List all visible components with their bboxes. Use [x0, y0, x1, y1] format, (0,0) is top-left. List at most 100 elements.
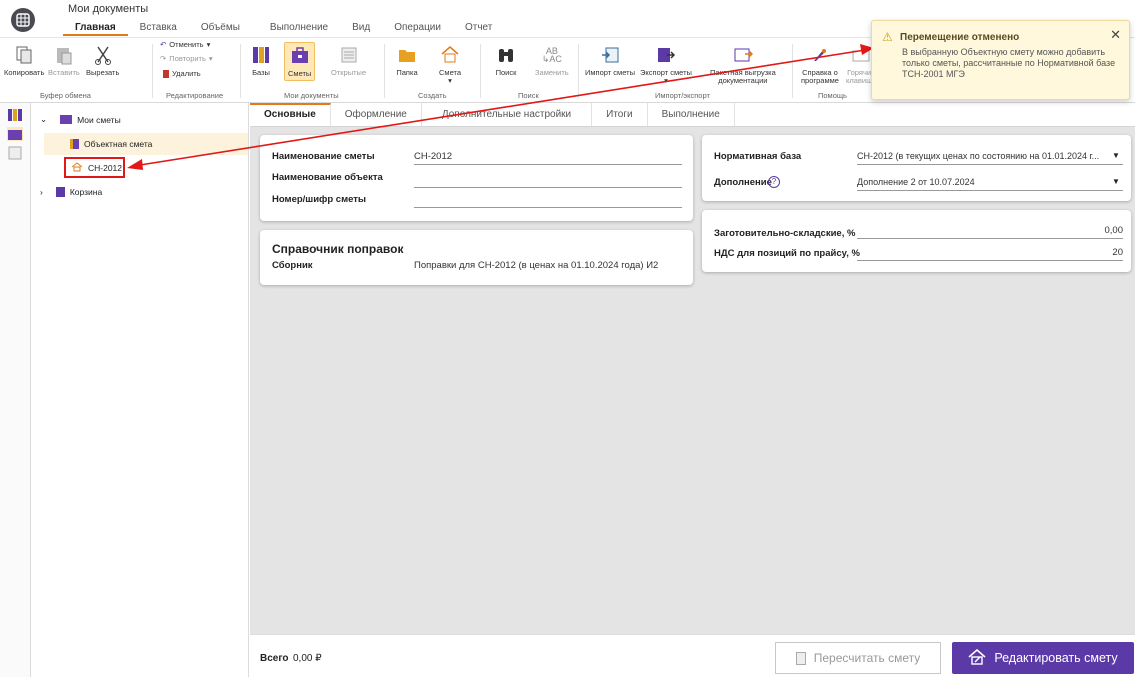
- trash-icon: [55, 187, 65, 197]
- norm-base-select[interactable]: СН-2012 (в текущих ценах по состоянию на…: [857, 151, 1123, 161]
- export-estimate-button[interactable]: Экспорт сметы ▾: [640, 44, 692, 85]
- ribbon-divider: [792, 44, 793, 98]
- help-about-button[interactable]: Справка о программе: [801, 44, 839, 85]
- estimate-name-field[interactable]: СН-2012: [414, 151, 452, 162]
- tab-main[interactable]: Главная: [63, 20, 128, 36]
- search-button[interactable]: Поиск: [495, 44, 517, 77]
- document-icon[interactable]: [7, 146, 23, 160]
- tree-item-my-estimates[interactable]: ⌄ Мои сметы: [40, 114, 121, 125]
- ribbon-divider: [152, 44, 153, 98]
- copy-icon: [13, 44, 35, 66]
- chevron-right-icon: ›: [40, 187, 43, 197]
- folder-icon: [396, 44, 418, 66]
- chevron-down-icon: ▾: [664, 76, 668, 85]
- books-icon[interactable]: [7, 108, 23, 122]
- briefcase-icon: [60, 115, 73, 124]
- chevron-down-icon: ▾: [208, 54, 213, 63]
- estimate-info-card: Наименование сметы СН-2012 Наименование …: [260, 135, 693, 221]
- briefcase-icon[interactable]: [7, 127, 23, 141]
- rocket-icon: [809, 44, 831, 66]
- ribbon-divider: [480, 44, 481, 98]
- norm-base-card: Нормативная база СН-2012 (в текущих цена…: [702, 135, 1131, 201]
- paste-icon: [53, 44, 75, 66]
- paste-button[interactable]: Вставить: [48, 44, 80, 77]
- object-name-field[interactable]: [414, 187, 682, 188]
- tab-view[interactable]: Вид: [340, 20, 382, 36]
- recalculate-button[interactable]: Пересчитать смету: [775, 642, 941, 674]
- estimate-name-label: Наименование сметы: [272, 151, 375, 162]
- main-area: Основные Оформление Дополнительные настр…: [250, 103, 1135, 677]
- warning-icon: ⚠: [882, 30, 893, 44]
- ribbon-divider: [240, 44, 241, 98]
- left-toolbar: [0, 103, 31, 677]
- addition-select[interactable]: Дополнение 2 от 10.07.2024: [857, 177, 975, 187]
- app-menu-button[interactable]: [11, 8, 35, 32]
- opened-button[interactable]: Открытые: [331, 44, 366, 77]
- import-estimate-button[interactable]: Импорт сметы: [585, 44, 635, 77]
- collection-value[interactable]: Поправки для СН-2012 (в ценах на 01.10.2…: [414, 260, 658, 271]
- object-name-label: Наименование объекта: [272, 172, 383, 183]
- total-label: Всего: [260, 653, 289, 664]
- group-import-export-caption: Импорт/экспорт: [655, 91, 710, 100]
- import-icon: [599, 44, 621, 66]
- tab-volumes[interactable]: Объёмы: [189, 20, 252, 36]
- close-icon[interactable]: ✕: [1110, 27, 1121, 43]
- redo-icon: ↷: [160, 54, 167, 63]
- estimates-button[interactable]: Сметы: [284, 42, 316, 81]
- vat-input[interactable]: 20: [857, 247, 1123, 258]
- group-my-docs-caption: Мои документы: [284, 91, 339, 100]
- total-value: 0,00 ₽: [293, 653, 322, 664]
- field-underline: [857, 164, 1123, 165]
- keyboard-icon: [850, 44, 872, 66]
- calculator-icon: [795, 651, 806, 665]
- replace-button[interactable]: AB ↳AC Заменить: [535, 44, 569, 77]
- chevron-down-icon: ▾: [448, 76, 452, 85]
- tab-operations[interactable]: Операции: [382, 20, 453, 36]
- chevron-down-icon[interactable]: ▼: [1112, 151, 1120, 160]
- undo-icon: ↶: [160, 40, 167, 49]
- new-estimate-button[interactable]: Смета ▾: [439, 44, 461, 85]
- field-underline: [414, 164, 682, 165]
- highlight-box: [64, 157, 125, 178]
- grid-icon: [16, 13, 30, 27]
- tree-item-object-estimate[interactable]: Объектная смета: [44, 133, 248, 155]
- delete-button[interactable]: Удалить: [163, 69, 201, 78]
- addition-label: Дополнение: [714, 177, 772, 188]
- tab-totals[interactable]: Итоги: [592, 103, 648, 126]
- tab-advanced-settings[interactable]: Дополнительные настройки: [422, 103, 593, 126]
- tab-report[interactable]: Отчет: [453, 20, 504, 36]
- app-window: Мои документы Главная Вставка Объёмы Вып…: [0, 0, 1135, 677]
- tree-item-trash[interactable]: › Корзина: [40, 187, 102, 197]
- estimate-number-field[interactable]: [414, 207, 682, 208]
- batch-export-button[interactable]: Пакетная выгрузка документации: [710, 44, 776, 85]
- toast-message: В выбранную Объектную смету можно добави…: [902, 47, 1116, 79]
- collection-label: Сборник: [272, 260, 313, 271]
- field-underline: [857, 190, 1123, 191]
- storage-rate-input[interactable]: 0,00: [857, 225, 1124, 236]
- menu-tabs: Главная Вставка Объёмы Выполнение Вид Оп…: [63, 20, 504, 36]
- group-create-caption: Создать: [418, 91, 447, 100]
- tab-insert[interactable]: Вставка: [128, 20, 189, 36]
- ribbon-divider: [384, 44, 385, 98]
- toast-notification: ⚠ Перемещение отменено В выбранную Объек…: [871, 20, 1130, 100]
- bottom-bar: Всего 0,00 ₽ Пересчитать смету Редактиро…: [250, 634, 1135, 677]
- bases-button[interactable]: Базы: [250, 44, 272, 77]
- chevron-down-icon[interactable]: ▼: [1112, 177, 1120, 186]
- tab-execution-content[interactable]: Выполнение: [648, 103, 735, 126]
- help-icon[interactable]: ?: [768, 176, 780, 188]
- tab-basic[interactable]: Основные: [250, 103, 331, 126]
- tab-execution[interactable]: Выполнение: [258, 20, 340, 36]
- cut-button[interactable]: Вырезать: [86, 44, 119, 77]
- replace-icon: AB ↳AC: [541, 46, 562, 64]
- copy-button[interactable]: Копировать: [4, 44, 44, 77]
- undo-button[interactable]: ↶ Отменить ▾: [160, 40, 210, 49]
- edit-building-icon: [968, 648, 986, 668]
- tab-design[interactable]: Оформление: [331, 103, 422, 126]
- scissors-icon: [92, 44, 114, 66]
- rates-card: Заготовительно-складские, % 0,00 НДС для…: [702, 210, 1131, 272]
- object-estimate-icon: [70, 139, 79, 149]
- redo-button[interactable]: ↷ Повторить ▾: [160, 54, 213, 63]
- edit-estimate-button[interactable]: Редактировать смету: [952, 642, 1134, 674]
- books-icon: [250, 44, 272, 66]
- folder-button[interactable]: Папка: [396, 44, 418, 77]
